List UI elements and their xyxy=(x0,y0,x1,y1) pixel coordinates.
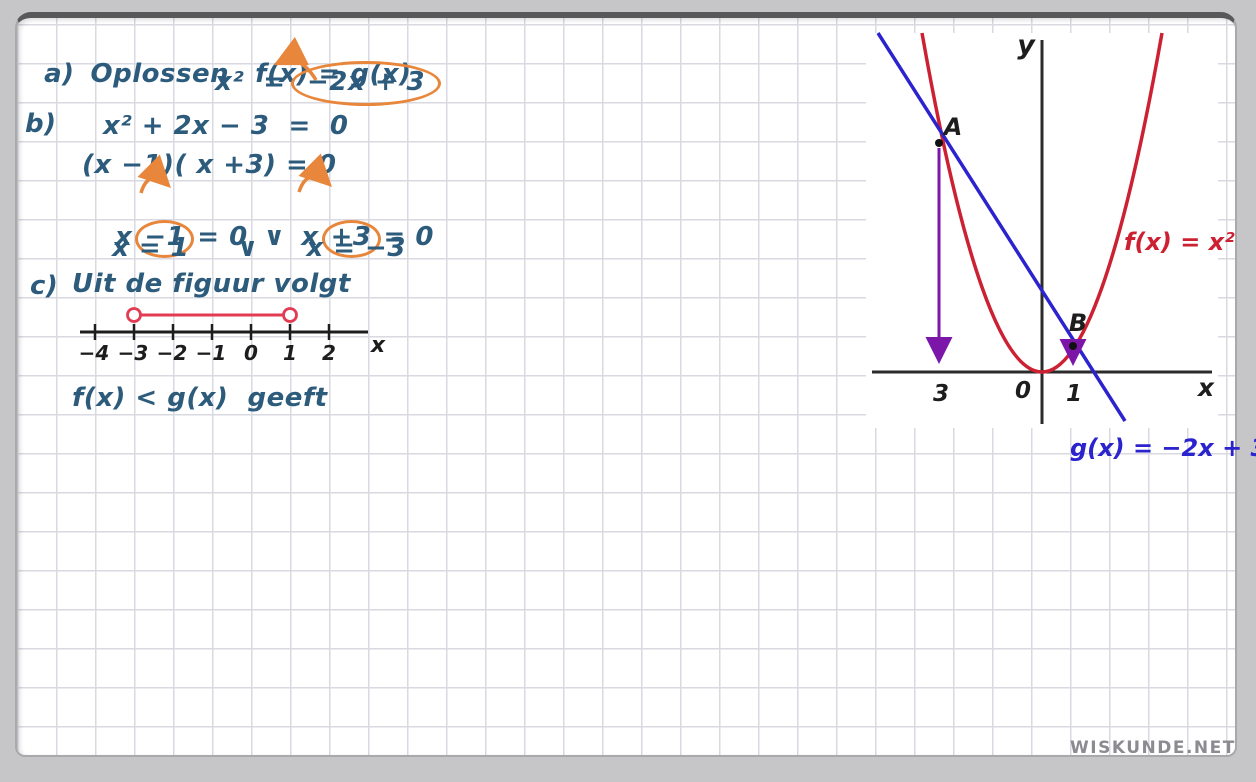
graph-tick-minus3: 3 xyxy=(933,381,949,407)
f-function-label: f(x) = x² xyxy=(1124,228,1235,256)
tick-label: −3 xyxy=(118,341,149,365)
section-b-line1: x² + 2x − 3 = 0 xyxy=(103,112,348,142)
section-a-line2-circled: −2x + 3 xyxy=(307,67,425,97)
tick-label: 0 xyxy=(244,341,258,365)
graph-y-axis-label: y xyxy=(1017,30,1036,61)
section-a-line2-left: x² = xyxy=(215,68,286,98)
section-b-marker: b) xyxy=(25,110,57,140)
number-line-x-label: x xyxy=(370,333,386,358)
open-endpoint-left xyxy=(128,309,141,322)
section-a-title: Oplossen xyxy=(91,59,230,89)
point-A-dot xyxy=(935,139,943,147)
number-line-labels: −4 −3 −2 −1 0 1 2 xyxy=(79,341,336,365)
section-b-line4: x = 1 ∨ x = −3 xyxy=(112,234,406,264)
tick-label: −4 xyxy=(79,341,110,365)
watermark: WISKUNDE.NET xyxy=(1070,738,1236,758)
graph-tick-origin: 0 xyxy=(1015,378,1031,404)
number-line: −4 −3 −2 −1 0 1 2 x xyxy=(75,298,405,370)
g-function-label: g(x) = −2x + 3 xyxy=(1070,434,1256,462)
graph-tick-1: 1 xyxy=(1066,381,1082,407)
section-c-line2: f(x) < g(x) geeft xyxy=(72,384,328,414)
point-A-label: A xyxy=(942,113,963,141)
section-c-line1: Uit de figuur volgt xyxy=(72,270,351,300)
tick-label: −1 xyxy=(196,341,227,365)
tick-label: 1 xyxy=(283,341,297,365)
open-endpoint-right xyxy=(284,309,297,322)
point-B-label: B xyxy=(1069,309,1087,337)
graph-x-axis-label: x xyxy=(1196,373,1215,402)
function-graph: y x A B 3 0 1 f(x) = x² g(x) = −2x + 3 xyxy=(860,20,1256,475)
tick-label: −2 xyxy=(157,341,188,365)
point-B-dot xyxy=(1069,342,1077,350)
section-b-line2: (x −1)( x +3) = 0 xyxy=(82,151,336,181)
circled-expression-a: −2x + 3 xyxy=(291,61,441,106)
section-c-marker: c) xyxy=(30,272,58,302)
tick-label: 2 xyxy=(322,341,336,365)
section-a-marker: a) xyxy=(44,59,74,89)
